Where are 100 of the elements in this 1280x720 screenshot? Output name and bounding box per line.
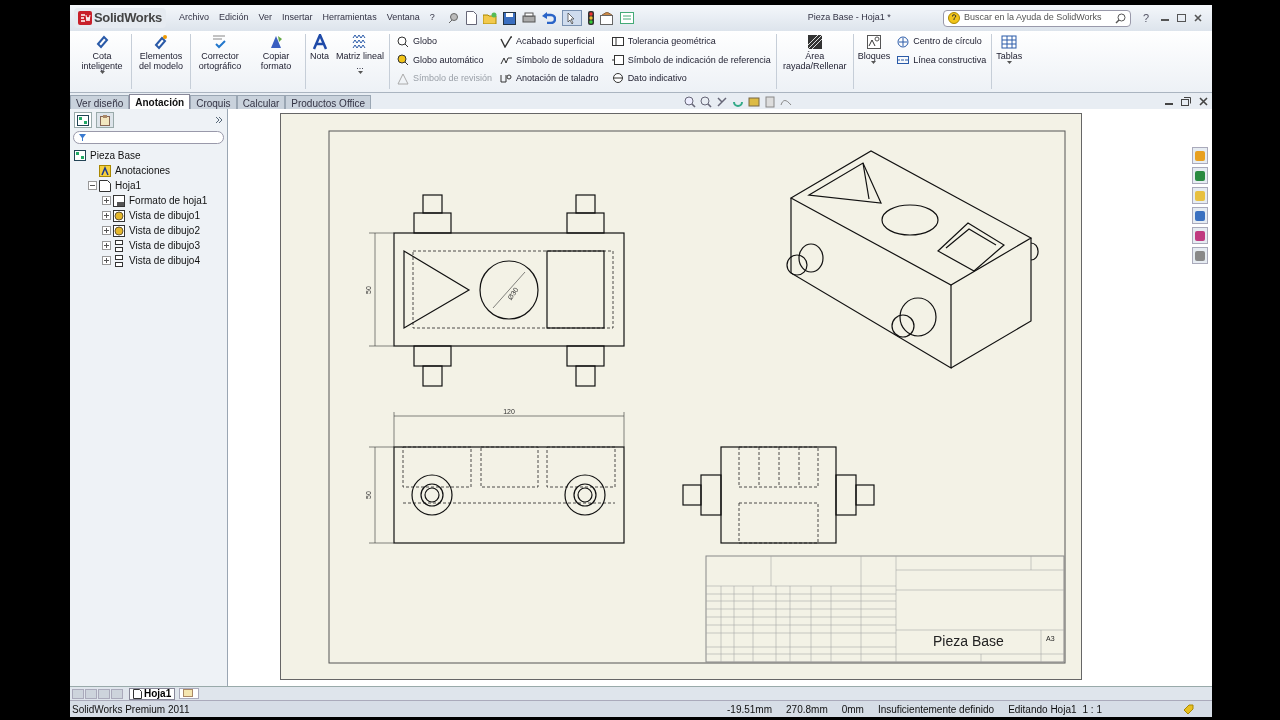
ribbon-button[interactable]: Nota <box>307 31 332 92</box>
status-text: 0mm <box>841 702 864 717</box>
property-manager-tab[interactable] <box>96 112 114 128</box>
weld-symbol-icon <box>500 54 513 67</box>
library-icon[interactable] <box>1194 169 1206 182</box>
caret-icon <box>357 71 363 74</box>
menu-item[interactable]: Herramientas <box>321 11 378 25</box>
help-search-field[interactable]: Buscar en la Ayuda de SolidWorks <box>942 9 1131 27</box>
auto-balloon-icon <box>397 54 409 67</box>
ribbon-tab[interactable]: Ver diseño <box>70 95 130 109</box>
globe-icon[interactable] <box>1194 229 1206 242</box>
maximize-icon[interactable] <box>1177 14 1186 22</box>
ribbon-tab[interactable]: Calcular <box>236 95 286 109</box>
ribbon-command[interactable]: Tolerancia geométrica <box>611 35 771 49</box>
pushpin-icon[interactable] <box>447 12 460 24</box>
add-sheet-icon[interactable] <box>183 689 196 698</box>
logo-icon <box>78 11 92 25</box>
ribbon-button[interactable]: Cota inteligente <box>74 31 130 92</box>
ribbon-button[interactable]: Tablas <box>993 31 1026 92</box>
expand-icon[interactable] <box>102 226 111 235</box>
palette-icon[interactable] <box>1194 209 1206 222</box>
tree-item[interactable]: Hoja1 <box>115 178 142 193</box>
expand-icon[interactable] <box>102 211 111 220</box>
close-icon[interactable] <box>1194 14 1202 22</box>
rebuild-tag-icon[interactable] <box>1182 703 1194 715</box>
ribbon-command[interactable]: Globo <box>397 35 493 49</box>
center-mark-icon <box>897 35 910 48</box>
tree-item[interactable]: Vista de dibujo1 <box>129 208 200 223</box>
pattern-icon <box>352 34 368 50</box>
ribbon-button[interactable]: Copiar formato <box>248 31 304 92</box>
status-text: Editando Hoja1 <box>1008 702 1077 717</box>
expand-panel-icon[interactable] <box>215 116 223 124</box>
traffic-light-icon[interactable] <box>587 11 594 25</box>
menu-item[interactable]: Ventana <box>385 11 421 25</box>
geometric-tolerance-icon <box>611 35 624 48</box>
format-painter-icon <box>268 34 284 50</box>
hatch-icon <box>806 34 823 50</box>
model-items-icon <box>153 34 169 50</box>
ribbon-button[interactable]: Matriz lineal ... <box>332 31 388 92</box>
menu-item[interactable]: Edición <box>218 11 250 25</box>
app-logo-text: SolidWorks <box>94 9 163 28</box>
tree-item[interactable]: Vista de dibujo4 <box>129 253 200 268</box>
table-icon <box>1001 34 1018 50</box>
ribbon-button[interactable]: Elementos del modelo <box>133 31 189 92</box>
ribbon-tab[interactable]: Productos Office <box>285 95 372 109</box>
dimension-icon <box>94 34 110 50</box>
expand-icon[interactable] <box>102 256 111 265</box>
save-icon[interactable] <box>502 11 516 25</box>
annotation-icon <box>99 164 111 177</box>
sheet-icon <box>99 179 111 192</box>
undo-icon[interactable] <box>541 12 556 24</box>
feature-manager-tab[interactable] <box>74 112 92 128</box>
tree-item[interactable]: Formato de hoja1 <box>129 193 208 208</box>
tree-item[interactable]: Vista de dibujo3 <box>129 238 200 253</box>
sheet-icon <box>133 688 142 699</box>
tree-item[interactable]: Anotaciones <box>115 163 171 178</box>
sheet-tab[interactable]: Hoja1 <box>129 687 176 700</box>
note-icon <box>311 34 328 50</box>
ribbon-command[interactable]: Anotación de taladro <box>500 72 604 86</box>
centerline-icon <box>897 54 910 67</box>
part-name-text: Pieza Base <box>933 633 1004 649</box>
menu-item[interactable]: ? <box>428 11 436 25</box>
ribbon-tab[interactable]: Anotación <box>129 94 191 109</box>
close-icon[interactable] <box>1199 97 1208 106</box>
ribbon-button[interactable]: Área rayada/Rellenar <box>777 31 852 92</box>
zoom-area-icon[interactable] <box>700 96 712 108</box>
ribbon-command[interactable]: Acabado superficial <box>500 35 604 49</box>
ribbon-command[interactable]: Centro de círculo <box>897 35 987 49</box>
menu-item[interactable]: Insertar <box>281 11 314 25</box>
tree-item[interactable]: Vista de dibujo2 <box>129 223 200 238</box>
caret-icon <box>871 61 877 64</box>
properties-icon[interactable] <box>1194 249 1206 262</box>
menu-item[interactable]: Archivo <box>178 11 211 25</box>
menu-item[interactable]: Ver <box>257 11 274 25</box>
ribbon-command[interactable]: Símbolo de indicación de referencia <box>611 53 771 67</box>
collapse-icon[interactable] <box>88 181 97 190</box>
tree-item[interactable]: Pieza Base <box>90 148 141 163</box>
blocks-icon <box>866 34 882 50</box>
ribbon-button[interactable]: Corrector ortográfico <box>192 31 248 92</box>
ribbon-tab[interactable]: Croquis <box>190 95 237 109</box>
new-document-icon[interactable] <box>465 11 477 25</box>
previous-view-icon[interactable] <box>716 96 728 108</box>
filter-field[interactable] <box>73 131 224 144</box>
options-icon[interactable] <box>599 11 614 25</box>
ribbon-command[interactable]: Símbolo de soldadura <box>500 53 604 67</box>
help-button[interactable]: ? <box>1142 9 1149 27</box>
ribbon-command[interactable]: Dato indicativo <box>611 72 771 86</box>
model-view-icon <box>113 224 125 237</box>
options-list-icon[interactable] <box>619 12 634 24</box>
section-view-icon[interactable] <box>748 96 760 108</box>
restore-icon[interactable] <box>1181 97 1191 106</box>
expand-icon[interactable] <box>102 241 111 250</box>
expand-icon[interactable] <box>102 196 111 205</box>
datum-target-icon <box>611 72 624 85</box>
filter-icon <box>78 133 87 142</box>
ribbon-command[interactable]: Línea constructiva <box>897 53 987 67</box>
print-icon[interactable] <box>521 12 536 24</box>
zoom-fit-icon[interactable] <box>684 96 696 108</box>
ribbon-command[interactable]: Globo automático <box>397 53 493 67</box>
ribbon-button[interactable]: Bloques <box>854 31 894 92</box>
